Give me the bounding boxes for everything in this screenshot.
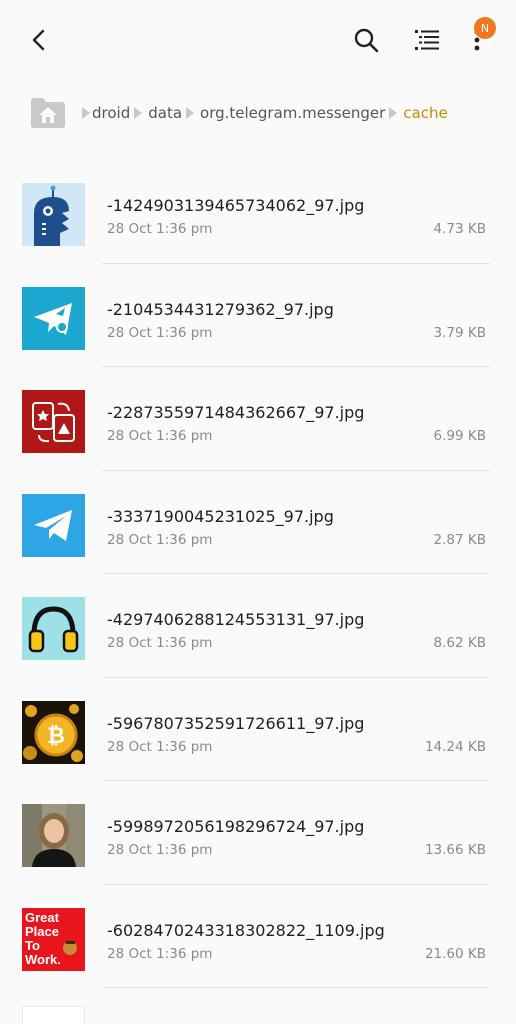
file-size: 2.87 KB	[433, 531, 486, 548]
file-name: -1424903139465734062_97.jpg	[107, 196, 365, 215]
file-date: 28 Oct 1:36 pm	[107, 221, 213, 237]
top-app-bar: N	[0, 0, 516, 80]
sort-list-icon	[415, 30, 439, 50]
file-name: -5998972056198296724_97.jpg	[107, 817, 365, 836]
bitcoin-coins-icon: ₿	[22, 700, 85, 764]
file-size: 13.66 KB	[424, 842, 486, 858]
telegram-logo-icon	[22, 493, 85, 557]
search-icon	[354, 28, 379, 53]
file-name: -5967807352591726611_97.jpg	[107, 713, 365, 733]
breadcrumb-item-droid[interactable]: droid	[92, 104, 130, 122]
woman-portrait-icon	[22, 804, 85, 867]
file-name: -4297406288124553131_97.jpg	[107, 610, 365, 629]
file-list-item[interactable]: Great Place To Work. -602847024331830282…	[0, 885, 516, 988]
file-size: 4.73 KB	[433, 221, 486, 237]
file-list: -1424903139465734062_97.jpg 28 Oct 1:36 …	[0, 160, 516, 988]
file-date: 28 Oct 1:36 pm	[107, 738, 213, 755]
file-name: -2287355971484362667_97.jpg	[107, 403, 365, 422]
file-name: -3337190045231025_97.jpg	[107, 506, 334, 526]
breadcrumb-path: droid data org.telegram.messenger cache	[82, 104, 448, 122]
logo-text: Place	[25, 924, 59, 939]
chevron-right-icon	[389, 107, 398, 119]
file-date: 28 Oct 1:36 pm	[107, 531, 213, 548]
file-size: 21.60 KB	[424, 945, 486, 962]
file-list-item[interactable]: -1424903139465734062_97.jpg 28 Oct 1:36 …	[0, 160, 516, 264]
breadcrumb-item-cache[interactable]: cache	[403, 104, 447, 122]
file-list-item[interactable]: -2104534431279362_97.jpg 28 Oct 1:36 pm …	[0, 264, 516, 367]
file-date: 28 Oct 1:36 pm	[107, 324, 213, 341]
file-list-item[interactable]: -5998972056198296724_97.jpg 28 Oct 1:36 …	[0, 781, 516, 885]
divider	[102, 987, 490, 988]
sort-button[interactable]	[405, 18, 449, 62]
back-arrow-icon	[32, 29, 45, 51]
telegram-tools-logo-icon	[22, 286, 85, 350]
notification-badge: N	[474, 17, 496, 39]
breadcrumb: droid data org.telegram.messenger cache	[0, 92, 516, 136]
file-name: -2104534431279362_97.jpg	[107, 299, 334, 319]
file-list-item[interactable]: -4297406288124553131_97.jpg 28 Oct 1:36 …	[0, 574, 516, 678]
svg-text:₿: ₿	[47, 724, 65, 749]
file-size: 6.99 KB	[433, 428, 486, 444]
home-folder-icon[interactable]	[30, 97, 66, 129]
chevron-right-icon	[186, 107, 195, 119]
file-date: 28 Oct 1:36 pm	[107, 842, 213, 858]
file-list-item[interactable]: -3337190045231025_97.jpg 28 Oct 1:36 pm …	[0, 471, 516, 574]
blue-bot-logo-icon	[22, 183, 85, 246]
breadcrumb-item-data[interactable]: data	[148, 104, 182, 122]
red-exchange-logo-icon	[22, 390, 85, 453]
file-thumbnail-partial[interactable]	[22, 1006, 85, 1024]
file-list-item[interactable]: -2287355971484362667_97.jpg 28 Oct 1:36 …	[0, 367, 516, 471]
headphones-logo-icon	[22, 597, 85, 660]
file-size: 3.79 KB	[433, 324, 486, 341]
file-size: 8.62 KB	[433, 635, 486, 651]
great-place-to-work-logo-icon: Great Place To Work.	[22, 907, 85, 971]
chevron-right-icon	[82, 107, 90, 119]
back-button[interactable]	[17, 18, 61, 62]
file-size: 14.24 KB	[424, 738, 486, 755]
breadcrumb-item-org-telegram-messenger[interactable]: org.telegram.messenger	[200, 104, 385, 122]
logo-text: Great	[25, 910, 60, 925]
file-date: 28 Oct 1:36 pm	[107, 635, 213, 651]
chevron-right-icon	[134, 107, 143, 119]
logo-text: To	[25, 938, 40, 953]
logo-text: Work.	[25, 952, 61, 967]
file-list-item[interactable]: ₿ -5967807352591726611_97.jpg 28 Oct 1:3…	[0, 678, 516, 781]
file-name: -6028470243318302822_1109.jpg	[107, 920, 385, 940]
file-date: 28 Oct 1:36 pm	[107, 945, 213, 962]
file-date: 28 Oct 1:36 pm	[107, 428, 213, 444]
search-button[interactable]	[344, 18, 388, 62]
